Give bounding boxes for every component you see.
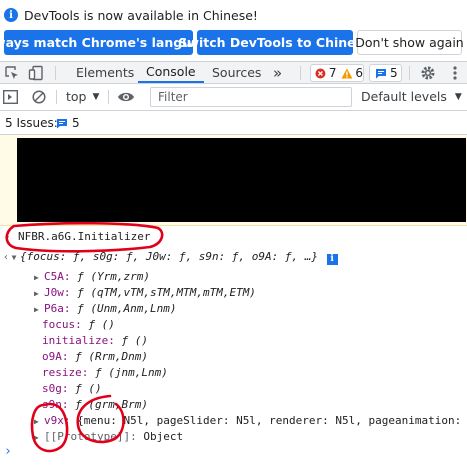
warning-count: 6 [355,66,363,80]
property-separator [88,366,95,379]
chevron-down-icon: ▼ [92,91,100,102]
expand-triangle-icon[interactable]: ▶ [34,414,44,429]
info-icon: i [4,8,18,22]
property-key: [[Prototype]]: [44,430,137,443]
sidebar-toggle-icon[interactable] [3,90,18,104]
issues-count: 5 [72,116,80,130]
error-count: 7 [328,66,337,80]
toolbar-divider [108,90,109,104]
expand-triangle-icon[interactable]: ▶ [34,302,44,317]
messages-counter[interactable]: 5 [369,64,402,82]
property-value: ƒ () [88,318,115,331]
more-tabs-chevron-icon[interactable]: » [273,62,282,83]
warning-icon [340,68,352,78]
property-value: ƒ (qTM,vTM,sTM,MTM,mTM,ETM) [77,286,256,299]
property-value: ƒ (grm,Brm) [75,398,148,411]
property-value: ƒ (Rrm,Dnm) [75,350,148,363]
console-toolbar: top ▼ Filter Default levels ▼ [0,84,467,111]
object-summary: {focus: ƒ, s0g: ƒ, J0w: ƒ, s9n: ƒ, o9A: … [20,250,319,263]
property-row[interactable]: ▶ C5A: ƒ (Yrm,zrm) [0,269,467,285]
property-row: resize: ƒ (jnm,Lnm) [0,365,467,381]
language-infobar: i DevTools is now available in Chinese! … [0,0,467,61]
error-warning-counter[interactable]: 7 6 [310,64,364,82]
console-result-line[interactable]: ‹ ▼ {focus: ƒ, s0g: ƒ, J0w: ƒ, s9n: ƒ, o9A… [0,249,467,265]
tabbar-divider [55,66,56,80]
issues-bar: 5 Issues: 5 [0,111,467,135]
expand-triangle-icon[interactable]: ▶ [34,430,44,445]
property-key: P6a: [44,302,71,315]
message-icon [57,118,67,128]
device-toolbar-icon[interactable] [28,65,44,81]
property-key: s0g: [42,382,69,395]
context-selector-value: top [66,89,87,104]
chevron-down-icon: ▼ [454,91,462,102]
result-arrow-icon: ‹ [3,252,10,263]
context-selector[interactable]: top ▼ [66,89,99,104]
expand-triangle-icon[interactable]: ▶ [34,270,44,285]
issues-label: 5 Issues: [5,116,58,130]
property-value: Object [143,430,184,443]
property-value: ƒ (Unm,Anm,Lnm) [77,302,177,315]
property-row: s9n: ƒ (grm,Brm) [0,397,467,413]
infobar-message: DevTools is now available in Chinese! [24,7,258,23]
property-key: s9n: [42,398,69,411]
message-icon [376,68,386,78]
console-warning-message [0,135,467,226]
log-levels-dropdown[interactable]: Default levels ▼ [361,89,462,104]
infobar-message-row: i DevTools is now available in Chinese! [4,6,258,24]
property-value: ƒ () [75,382,102,395]
property-key: v9x: [44,414,71,427]
filter-input[interactable]: Filter [150,87,352,107]
tabbar-divider [409,66,410,80]
expand-triangle-icon[interactable]: ▼ [8,250,20,265]
property-row: o9A: ƒ (Rrm,Dnm) [0,349,467,365]
info-icon[interactable]: i [326,254,338,265]
error-icon [315,68,326,78]
property-row: initialize: ƒ () [0,333,467,349]
property-row[interactable]: ▶ v9x: {menu: N5l, pageSlider: N5l, rende… [0,413,467,429]
more-options-icon[interactable] [447,65,463,81]
property-key: initialize: [42,334,115,347]
input-command[interactable]: NFBR.a6G.Initializer [18,230,150,243]
tab-elements[interactable]: Elements [76,62,134,83]
property-key: resize: [42,366,89,379]
dont-show-again-button[interactable]: Don't show again [355,30,464,55]
inspect-element-icon[interactable] [4,65,20,81]
message-count: 5 [390,66,398,80]
input-prompt-chevron-icon: › [4,230,11,243]
redacted-message-content [17,138,466,222]
devtools-tabbar: Elements Console Sources » 7 6 5 [0,61,467,84]
property-value: ƒ (Yrm,zrm) [77,270,150,283]
property-row[interactable]: ▶ P6a: ƒ (Unm,Anm,Lnm) [0,301,467,317]
property-value: ƒ () [121,334,148,347]
prompt-chevron-icon: › [4,444,12,459]
log-levels-value: Default levels [361,89,447,104]
property-row: s0g: ƒ () [0,381,467,397]
settings-gear-icon[interactable] [420,65,436,81]
property-key: J0w: [44,286,71,299]
property-row: focus: ƒ () [0,317,467,333]
tabbar-divider [300,66,301,80]
live-expression-eye-icon[interactable] [117,91,135,103]
property-value: ƒ (jnm,Lnm) [94,366,168,379]
always-match-language-button[interactable]: Always match Chrome's language [0,30,217,55]
console-prompt-line[interactable]: › [0,444,467,460]
expand-triangle-icon[interactable]: ▶ [34,286,44,301]
tab-sources[interactable]: Sources [212,62,261,83]
property-key: o9A: [42,350,69,363]
console-input-line: › NFBR.a6G.Initializer [0,229,467,245]
switch-to-chinese-button[interactable]: Switch DevTools to Chinese [178,30,372,55]
property-value: {menu: N5l, pageSlider: N5l, renderer: N… [77,414,462,427]
issues-counter-button[interactable]: 5 [56,114,80,132]
property-key: focus: [42,318,82,331]
toolbar-divider [56,90,57,104]
clear-console-icon[interactable] [32,90,46,104]
property-key: C5A: [44,270,71,283]
property-row[interactable]: ▶ J0w: ƒ (qTM,vTM,sTM,MTM,mTM,ETM) [0,285,467,301]
tab-console[interactable]: Console [138,62,204,83]
property-row[interactable]: ▶ [[Prototype]]: Object [0,429,467,445]
